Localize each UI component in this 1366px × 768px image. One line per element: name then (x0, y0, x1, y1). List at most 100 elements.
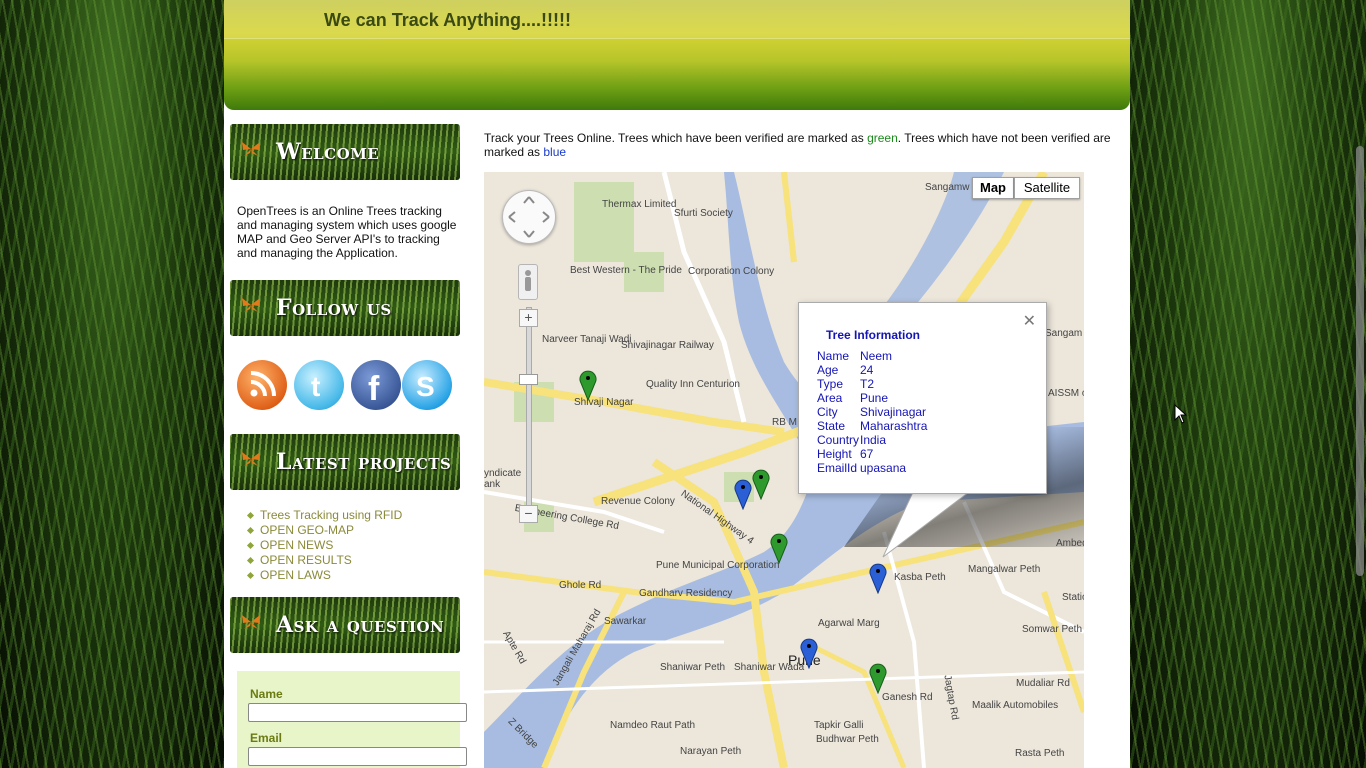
verified-tree-marker[interactable] (770, 532, 788, 564)
list-item: OPEN GEO-MAP (248, 523, 402, 538)
info-row: Area Pune (817, 391, 927, 405)
list-item: OPEN RESULTS (248, 553, 402, 568)
site-tagline: We can Track Anything....!!!!! (324, 10, 572, 30)
info-row: Name Neem (817, 349, 927, 363)
unverified-tree-marker[interactable] (800, 637, 818, 669)
question-form: Name Email (237, 671, 467, 768)
info-key: Area (817, 391, 843, 405)
map-label: Ambed (1056, 538, 1084, 549)
map-label: Quality Inn Centurion (646, 379, 740, 390)
map-label: Revenue Colony (601, 496, 675, 507)
facebook-button[interactable]: f (351, 360, 401, 410)
map-type-map-button[interactable]: Map (972, 177, 1014, 199)
map-label: Maalik Automobiles (972, 700, 1059, 711)
verified-tree-marker[interactable] (752, 468, 770, 500)
map-type-satellite-button[interactable]: Satellite (1014, 177, 1080, 199)
skype-button[interactable]: S (402, 360, 452, 410)
mouse-cursor-icon (1174, 404, 1188, 424)
butterfly-icon (242, 452, 260, 466)
facebook-icon: f (368, 370, 380, 408)
list-item: OPEN LAWS (248, 568, 402, 583)
info-key: Type (817, 377, 844, 391)
info-key: Country (817, 433, 860, 447)
map-label: RB M (772, 417, 797, 428)
project-link[interactable]: OPEN NEWS (260, 538, 333, 552)
verified-tree-marker[interactable] (869, 662, 887, 694)
welcome-title: Welcome (276, 139, 380, 165)
project-link[interactable]: OPEN LAWS (260, 568, 331, 582)
map-label: Sfurti Society (674, 208, 733, 219)
welcome-banner: Welcome (230, 124, 460, 180)
map-label: Best Western - The Pride (570, 265, 682, 276)
pegman-icon (525, 270, 531, 291)
info-value: T2 (860, 377, 875, 391)
google-map[interactable]: Thermax Limited Sfurti Society Best West… (484, 172, 1084, 768)
info-row: Age 24 (817, 363, 927, 377)
scrollbar-thumb[interactable] (1356, 146, 1364, 576)
map-label: Rasta Peth (1015, 748, 1065, 759)
info-value: Neem (860, 349, 893, 363)
map-label: Budhwar Peth (816, 734, 879, 745)
zoom-slider-track[interactable] (526, 307, 532, 519)
info-value: Shivajinagar (860, 405, 927, 419)
twitter-button[interactable]: t (294, 360, 344, 410)
close-icon[interactable]: ✕ (1023, 311, 1036, 331)
map-label: Thermax Limited (602, 199, 677, 210)
unverified-tree-marker[interactable] (869, 562, 887, 594)
list-item: Trees Tracking using RFID (248, 508, 402, 523)
info-row: Country India (817, 433, 927, 447)
info-row: State Maharashtra (817, 419, 927, 433)
rss-icon (250, 371, 276, 397)
info-key: State (817, 419, 846, 433)
map-label: Pune Municipal Corporation (656, 560, 780, 571)
projects-title: Latest projects (276, 449, 452, 475)
email-field[interactable] (248, 747, 467, 766)
project-link[interactable]: Trees Tracking using RFID (260, 508, 402, 522)
project-link[interactable]: OPEN RESULTS (260, 553, 352, 567)
follow-banner: Follow us (230, 280, 460, 336)
info-row: Type T2 (817, 377, 927, 391)
map-label: Tapkir Galli (814, 720, 864, 731)
zoom-slider-handle[interactable] (519, 374, 538, 385)
map-description: Track your Trees Online. Trees which hav… (484, 131, 1114, 159)
email-label: Email (250, 731, 283, 745)
info-value: 24 (860, 363, 874, 377)
butterfly-icon (242, 142, 260, 156)
info-value: 67 (860, 447, 874, 461)
verified-color-word: green (867, 131, 898, 145)
svg-text:t: t (311, 371, 320, 402)
svg-text:S: S (416, 371, 435, 402)
project-link[interactable]: OPEN GEO-MAP (260, 523, 354, 537)
projects-banner: Latest projects (230, 434, 460, 490)
background-grass-left (0, 0, 224, 768)
zoom-out-button[interactable]: − (519, 505, 538, 523)
list-item: OPEN NEWS (248, 538, 402, 553)
map-label: yndicate ank (484, 468, 522, 490)
map-label: Corporation Colony (688, 266, 775, 277)
pan-control[interactable] (502, 190, 556, 244)
tree-info-table: Name Neem Age 24 Type T2 Area Pune City Shiva… (817, 349, 927, 475)
street-view-pegman[interactable] (518, 264, 538, 300)
name-field[interactable] (248, 703, 467, 722)
info-key: Age (817, 363, 839, 377)
pan-arrows-icon (508, 196, 550, 238)
zoom-in-button[interactable]: + (519, 309, 538, 327)
ask-banner: Ask a question (230, 597, 460, 653)
page-scrollbar[interactable] (1354, 0, 1366, 768)
map-label: Somwar Peth (1022, 624, 1083, 635)
rss-button[interactable] (237, 360, 287, 410)
map-label: Gandharv Residency (639, 588, 733, 599)
intro-text: OpenTrees is an Online Trees tracking an… (237, 204, 457, 260)
map-label: Namdeo Raut Path (610, 720, 696, 731)
unverified-color-word: blue (543, 145, 567, 159)
map-label: Kasba Peth (894, 572, 946, 583)
map-label: Narayan Peth (680, 746, 742, 757)
info-row: Height 67 (817, 447, 927, 461)
desc-text: Track your Trees Online. Trees which hav… (484, 131, 868, 145)
map-label: Mudaliar Rd (1016, 678, 1070, 689)
verified-tree-marker[interactable] (579, 369, 597, 401)
info-value: Pune (860, 391, 889, 405)
map-label: Shaniwar Peth (660, 662, 726, 673)
site-header: We can Track Anything....!!!!! (224, 0, 1130, 110)
unverified-tree-marker[interactable] (734, 478, 752, 510)
